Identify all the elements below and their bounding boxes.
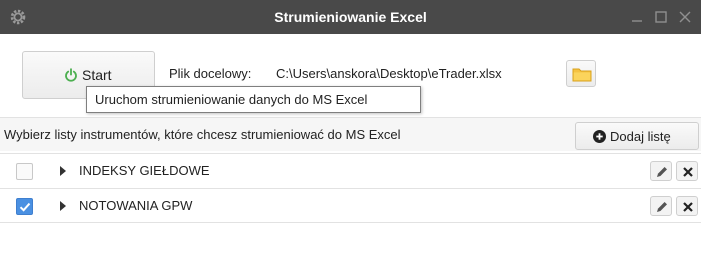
list-item-checkbox[interactable] <box>16 198 33 215</box>
list-item-label: INDEKSY GIEŁDOWE <box>79 163 210 178</box>
expand-caret-icon[interactable] <box>60 201 66 211</box>
edit-list-button[interactable] <box>650 196 672 216</box>
list-item: NOTOWANIA GPW <box>0 188 701 223</box>
pencil-icon <box>657 202 667 212</box>
delete-list-button[interactable] <box>676 196 698 216</box>
delete-list-button[interactable] <box>676 161 698 181</box>
minimize-icon[interactable] <box>628 8 646 26</box>
start-button-label: Start <box>82 67 112 83</box>
add-list-label: Dodaj listę <box>610 129 671 144</box>
power-icon <box>65 68 77 82</box>
close-icon <box>683 202 693 212</box>
list-item-label: NOTOWANIA GPW <box>79 198 193 213</box>
checkmark-icon <box>19 202 31 212</box>
target-file-label: Plik docelowy: <box>169 66 252 81</box>
start-tooltip: Uruchom strumieniowanie danych do MS Exc… <box>86 86 421 113</box>
target-file-path: C:\Users\anskora\Desktop\eTrader.xlsx <box>276 66 502 81</box>
title-bar: Strumieniowanie Excel <box>0 0 701 34</box>
edit-list-button[interactable] <box>650 161 672 181</box>
pencil-icon <box>657 167 667 177</box>
window-title: Strumieniowanie Excel <box>274 9 427 25</box>
maximize-icon[interactable] <box>652 8 670 26</box>
folder-icon <box>572 68 592 82</box>
list-item-checkbox[interactable] <box>16 163 33 180</box>
close-icon <box>683 167 693 177</box>
list-item: INDEKSY GIEŁDOWE <box>0 153 701 188</box>
close-icon[interactable] <box>676 8 694 26</box>
plus-circle-icon <box>593 130 606 143</box>
lists-header: Wybierz listy instrumentów, które chcesz… <box>0 117 701 151</box>
browse-folder-button[interactable] <box>566 60 596 87</box>
expand-caret-icon[interactable] <box>60 166 66 176</box>
add-list-button[interactable]: Dodaj listę <box>575 122 699 150</box>
lists-hint: Wybierz listy instrumentów, które chcesz… <box>4 127 401 142</box>
